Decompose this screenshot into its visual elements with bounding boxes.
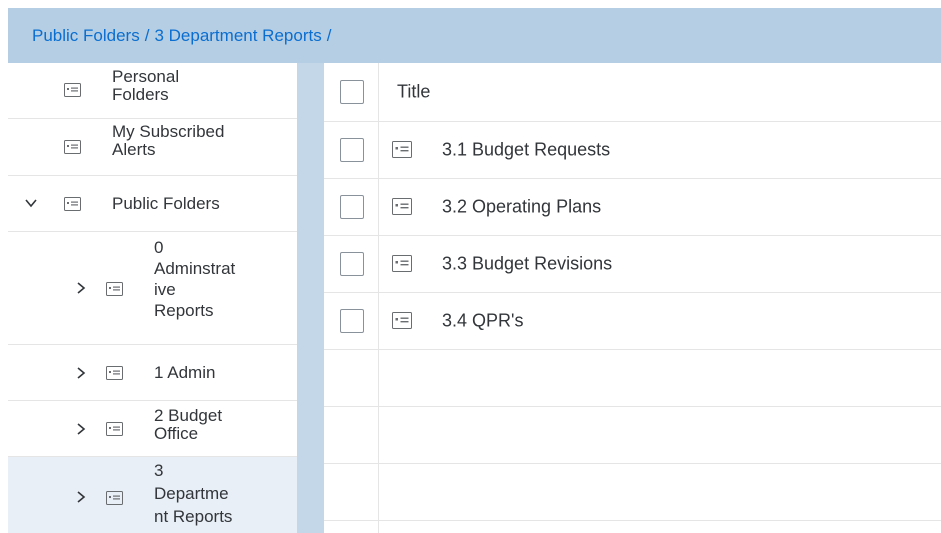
folder-icon bbox=[392, 255, 412, 272]
tree-item-label: My Subscribed bbox=[112, 122, 225, 141]
folder-icon bbox=[106, 491, 123, 505]
folder-icon bbox=[64, 83, 81, 97]
chevron-down-icon[interactable] bbox=[24, 196, 38, 210]
tree-item-my-subscribed-alerts[interactable]: My Subscribed Alerts bbox=[8, 119, 309, 176]
table-header-row: Title bbox=[324, 63, 941, 122]
tree-item-public-folders[interactable]: Public Folders bbox=[8, 176, 309, 232]
empty-table-row bbox=[324, 521, 941, 533]
table-row[interactable]: 3.2 Operating Plans bbox=[324, 179, 941, 236]
tree-item-label: 3 bbox=[154, 461, 164, 480]
row-title-link[interactable]: 3.1 Budget Requests bbox=[442, 140, 610, 161]
breadcrumb: Public Folders / 3 Department Reports / bbox=[8, 8, 941, 63]
checkbox-cell bbox=[324, 464, 379, 520]
folder-icon bbox=[392, 198, 412, 215]
tree-item-label: Reports bbox=[154, 301, 214, 320]
tree-item-label: ive bbox=[154, 280, 176, 299]
row-checkbox[interactable] bbox=[340, 309, 364, 333]
checkbox-cell bbox=[324, 407, 379, 463]
tree-item-label: nt Reports bbox=[154, 507, 233, 526]
row-checkbox[interactable] bbox=[340, 252, 364, 276]
pane-splitter[interactable] bbox=[297, 63, 324, 533]
checkbox-cell bbox=[324, 293, 379, 349]
table-row[interactable]: 3.4 QPR's bbox=[324, 293, 941, 350]
checkbox-cell bbox=[324, 179, 379, 235]
row-checkbox[interactable] bbox=[340, 138, 364, 162]
folder-icon bbox=[64, 197, 81, 211]
folder-icon bbox=[64, 140, 81, 154]
breadcrumb-separator: / bbox=[144, 25, 150, 45]
checkbox-cell bbox=[324, 122, 379, 178]
tree-item-0-adminstrative-reports[interactable]: 0 Adminstrat ive Reports bbox=[8, 232, 309, 345]
tree-item-1-admin[interactable]: 1 Admin bbox=[8, 345, 309, 401]
empty-table-row bbox=[324, 350, 941, 407]
breadcrumb-separator: / bbox=[326, 25, 332, 45]
chevron-right-icon[interactable] bbox=[74, 281, 88, 295]
chevron-right-icon[interactable] bbox=[74, 366, 88, 380]
tree-item-label: 1 Admin bbox=[154, 363, 216, 382]
tree-item-label: 0 bbox=[154, 238, 164, 257]
tree-item-label: Folders bbox=[112, 85, 169, 104]
chevron-right-icon[interactable] bbox=[74, 490, 88, 504]
tree-item-personal-folders[interactable]: Personal Folders bbox=[8, 63, 309, 119]
tree-item-label: Personal bbox=[112, 67, 180, 86]
row-title-link[interactable]: 3.2 Operating Plans bbox=[442, 197, 601, 218]
folder-icon bbox=[392, 141, 412, 158]
folder-icon bbox=[106, 422, 123, 436]
checkbox-cell bbox=[324, 350, 379, 406]
content-table: Title 3.1 Budget Requests 3.2 Operating … bbox=[324, 63, 941, 533]
row-title-link[interactable]: 3.3 Budget Revisions bbox=[442, 254, 612, 275]
checkbox-cell bbox=[324, 63, 379, 121]
checkbox-cell bbox=[324, 521, 379, 533]
row-checkbox[interactable] bbox=[340, 195, 364, 219]
folder-icon bbox=[392, 312, 412, 329]
empty-table-row bbox=[324, 407, 941, 464]
checkbox-cell bbox=[324, 236, 379, 292]
tree-item-label: Office bbox=[154, 424, 199, 443]
tree-item-label: Alerts bbox=[112, 140, 156, 159]
folder-icon bbox=[106, 366, 123, 380]
column-header-title[interactable]: Title bbox=[397, 82, 430, 103]
tree-item-label: Adminstrat bbox=[154, 259, 236, 278]
row-title-link[interactable]: 3.4 QPR's bbox=[442, 311, 523, 332]
tree-item-2-budget-office[interactable]: 2 Budget Office bbox=[8, 401, 309, 457]
tree-item-3-department-reports[interactable]: 3 Departme nt Reports bbox=[8, 457, 309, 533]
tree-item-label: Public Folders bbox=[112, 194, 220, 213]
chevron-right-icon[interactable] bbox=[74, 422, 88, 436]
table-row[interactable]: 3.3 Budget Revisions bbox=[324, 236, 941, 293]
folder-tree: Personal Folders My Subscribed Alerts Pu… bbox=[8, 63, 310, 533]
breadcrumb-department-reports[interactable]: 3 Department Reports bbox=[154, 26, 321, 46]
tree-item-label: 2 Budget bbox=[154, 406, 223, 425]
folder-icon bbox=[106, 282, 123, 296]
tree-item-label: Departme bbox=[154, 484, 229, 503]
empty-table-row bbox=[324, 464, 941, 521]
table-row[interactable]: 3.1 Budget Requests bbox=[324, 122, 941, 179]
breadcrumb-public-folders[interactable]: Public Folders bbox=[32, 26, 140, 46]
select-all-checkbox[interactable] bbox=[340, 80, 364, 104]
